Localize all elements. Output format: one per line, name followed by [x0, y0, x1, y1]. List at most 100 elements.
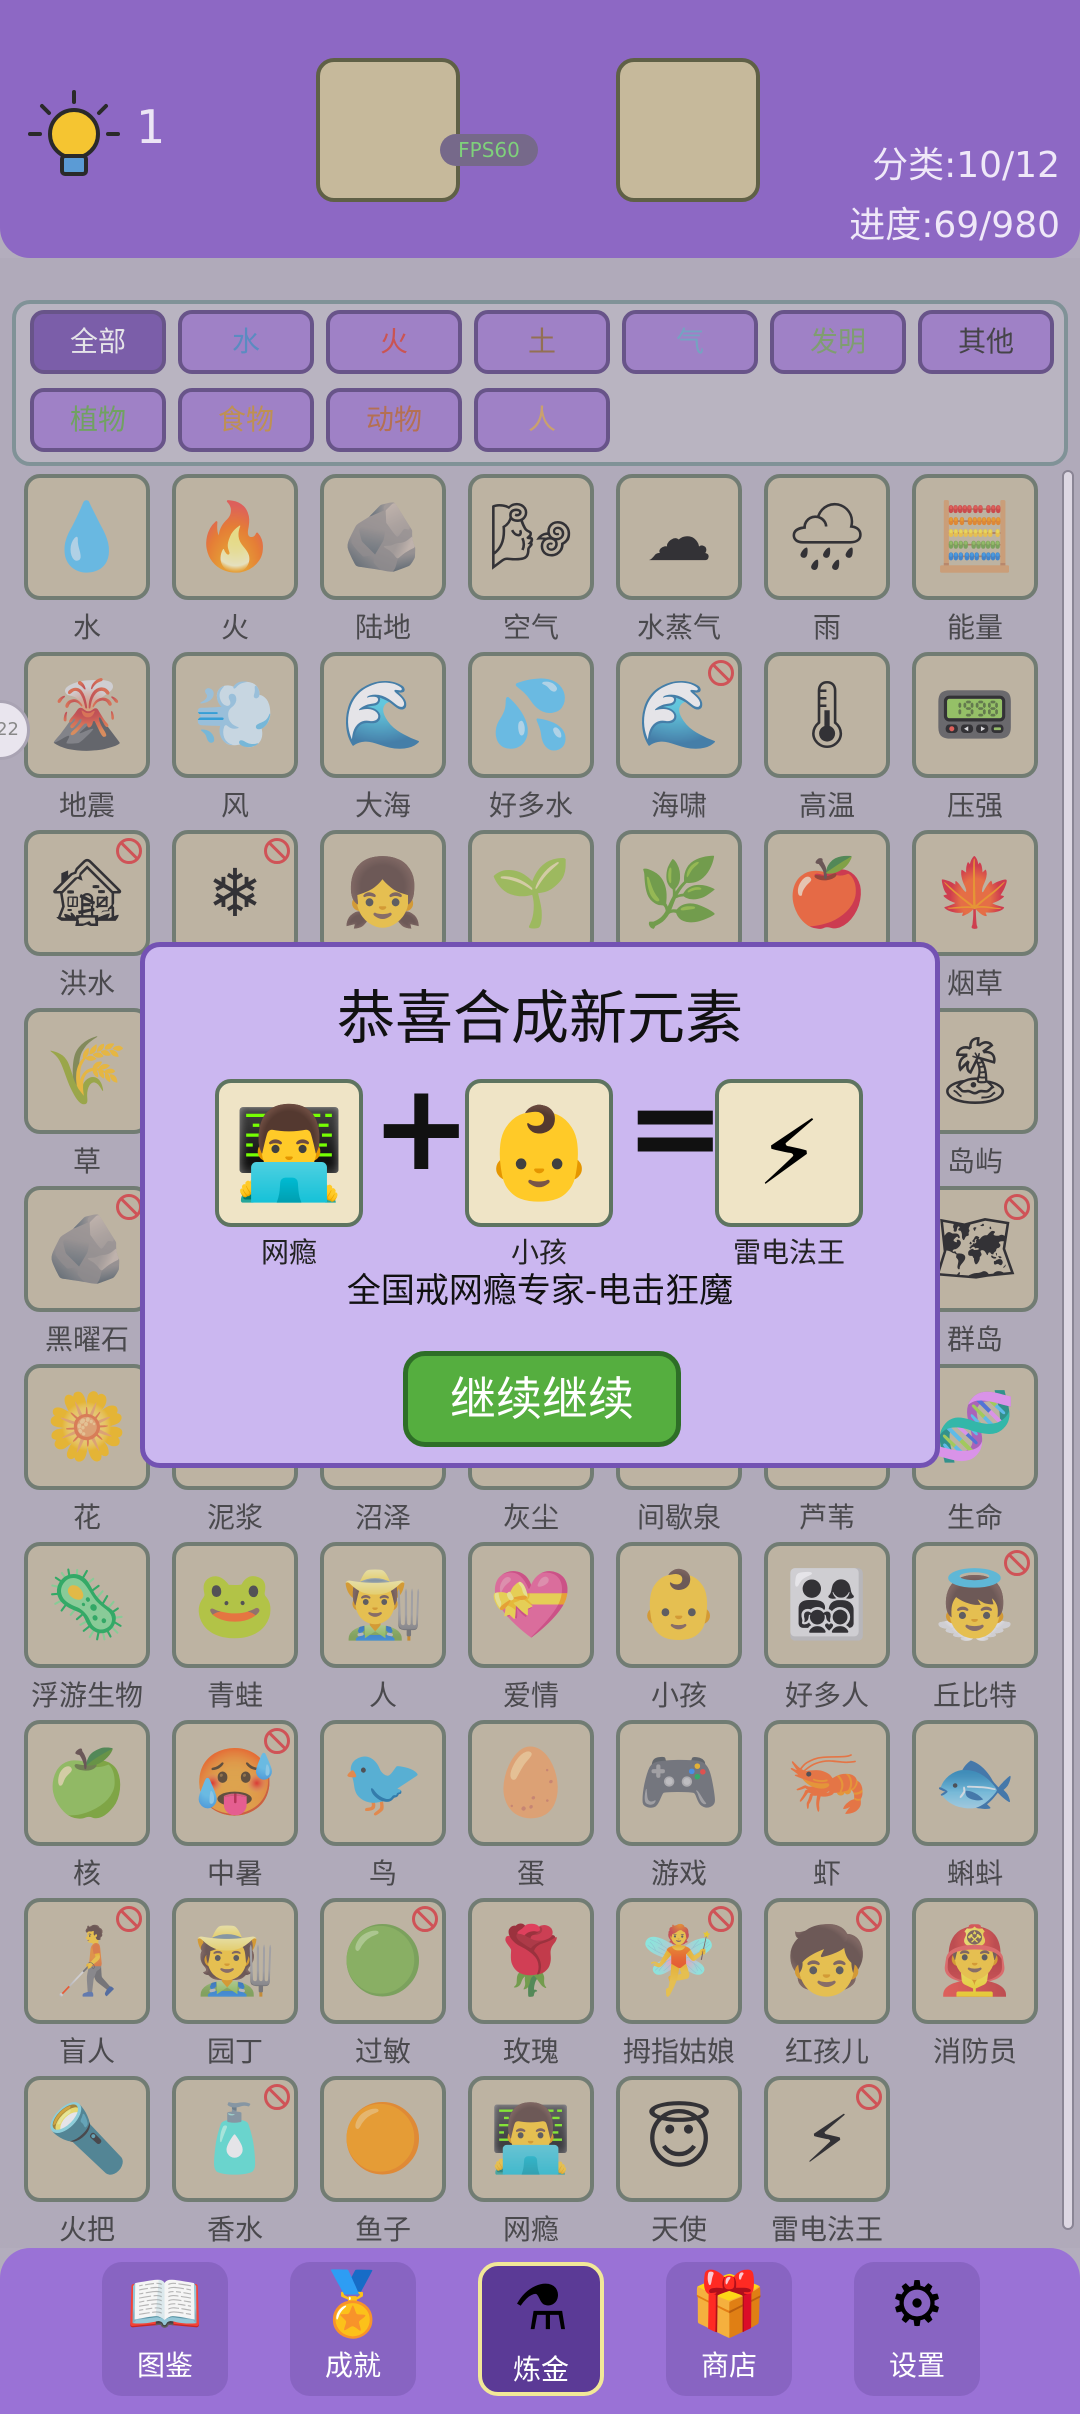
element-card[interactable]: ❄ — [172, 830, 298, 956]
element-card[interactable]: 👨‍💻 — [468, 2076, 594, 2202]
prohibited-icon — [264, 838, 290, 864]
element-card[interactable]: 👨‍👩‍👧‍👦 — [764, 1542, 890, 1668]
element-icon: 🐦 — [341, 1744, 425, 1821]
element-card[interactable]: 🌹 — [468, 1898, 594, 2024]
element-card[interactable]: 🌧 — [764, 474, 890, 600]
element-card[interactable]: 🪨 — [24, 1186, 150, 1312]
prohibited-icon — [856, 2084, 882, 2110]
filter-chip[interactable]: 发明 — [770, 310, 906, 374]
top-bar: 1 FPS60 分类:10/12 进度:69/980 — [0, 0, 1080, 258]
element-card[interactable]: 💝 — [468, 1542, 594, 1668]
filter-chip[interactable]: 植物 — [30, 388, 166, 452]
tab-encyclopedia[interactable]: 📖 图鉴 — [102, 2262, 228, 2396]
scrollbar[interactable] — [1062, 470, 1074, 2230]
element-card[interactable]: 🌿 — [616, 830, 742, 956]
element-card[interactable]: 🦠 — [24, 1542, 150, 1668]
element-card[interactable]: 🌼 — [24, 1364, 150, 1490]
element-card[interactable]: 🐦 — [320, 1720, 446, 1846]
element-card[interactable]: 🧴 — [172, 2076, 298, 2202]
filter-chip[interactable]: 动物 — [326, 388, 462, 452]
bottom-nav: 📖 图鉴 🏅 成就 ⚗ 炼金 🎁 商店 ⚙ 设置 — [0, 2248, 1080, 2414]
element-icon: 🏚 — [45, 854, 129, 931]
element-name: 蛋 — [516, 1857, 545, 1890]
element-card[interactable]: 🍁 — [912, 830, 1038, 956]
element-card[interactable]: 👨‍🚒 — [912, 1898, 1038, 2024]
element-name: 拇指姑娘 — [622, 2035, 735, 2068]
element-name: 花 — [72, 1501, 101, 1534]
element-card[interactable]: 📟 — [912, 652, 1038, 778]
tab-achievements[interactable]: 🏅 成就 — [290, 2262, 416, 2396]
element-card[interactable]: 🦐 — [764, 1720, 890, 1846]
element-name: 大海 — [354, 789, 411, 822]
filter-chip[interactable]: 水 — [178, 310, 314, 374]
element-card[interactable]: 👨‍🌾 — [320, 1542, 446, 1668]
element-name: 压强 — [946, 789, 1003, 822]
element-name: 核 — [72, 1857, 101, 1890]
filter-chip[interactable]: 全部 — [30, 310, 166, 374]
lightbulb-icon[interactable] — [24, 88, 124, 188]
element-card[interactable]: 🌡 — [764, 652, 890, 778]
element-card[interactable]: 👶 — [616, 1542, 742, 1668]
filter-chip[interactable]: 气 — [622, 310, 758, 374]
filter-chip[interactable]: 土 — [474, 310, 610, 374]
element-card[interactable]: 😇 — [616, 2076, 742, 2202]
prohibited-icon — [1004, 1194, 1030, 1220]
element-name: 空气 — [502, 611, 559, 644]
element-card[interactable]: 🧑‍🦯 — [24, 1898, 150, 2024]
filter-chip[interactable]: 其他 — [918, 310, 1054, 374]
element-icon: 🌋 — [45, 676, 129, 753]
element-card[interactable]: 🌊 — [616, 652, 742, 778]
continue-button[interactable]: 继续继续 — [403, 1351, 681, 1447]
element-card[interactable]: 🌋 — [24, 652, 150, 778]
tab-settings[interactable]: ⚙ 设置 — [854, 2262, 980, 2396]
filter-chip[interactable]: 火 — [326, 310, 462, 374]
element-icon: 🥚 — [489, 1744, 573, 1821]
element-name: 香水 — [206, 2213, 263, 2246]
element-icon: 🦐 — [785, 1744, 869, 1821]
element-card[interactable]: 🧮 — [912, 474, 1038, 600]
element-card[interactable]: 🌊 — [320, 652, 446, 778]
element-card[interactable]: 🧒 — [764, 1898, 890, 2024]
tab-alchemy[interactable]: ⚗ 炼金 — [478, 2262, 604, 2396]
element-card[interactable]: ⚡ — [764, 2076, 890, 2202]
element-card[interactable]: 🍏 — [24, 1720, 150, 1846]
element-card[interactable]: 🏚 — [24, 830, 150, 956]
element-card[interactable]: ☁ — [616, 474, 742, 600]
element-card[interactable]: 💨 — [172, 652, 298, 778]
element-icon: 🧬 — [933, 1388, 1017, 1465]
element-card[interactable]: 💦 — [468, 652, 594, 778]
element-card[interactable]: 🌱 — [468, 830, 594, 956]
filter-chip[interactable]: 人 — [474, 388, 610, 452]
element-card[interactable]: 🥵 — [172, 1720, 298, 1846]
element-name: 好多人 — [784, 1679, 869, 1712]
element-card[interactable]: 🧑‍🌾 — [172, 1898, 298, 2024]
element-card[interactable]: 👧 — [320, 830, 446, 956]
element-card[interactable]: 🧚 — [616, 1898, 742, 2024]
element-card[interactable]: 🟠 — [320, 2076, 446, 2202]
filter-chip[interactable]: 食物 — [178, 388, 314, 452]
element-card[interactable]: 🐸 — [172, 1542, 298, 1668]
element-name: 爱情 — [502, 1679, 559, 1712]
element-card[interactable]: 👼 — [912, 1542, 1038, 1668]
element-card[interactable]: 🥚 — [468, 1720, 594, 1846]
element-card[interactable]: 🐟 — [912, 1720, 1038, 1846]
element-card[interactable]: 🪨 — [320, 474, 446, 600]
element-icon: 💨 — [193, 676, 277, 753]
tab-shop[interactable]: 🎁 商店 — [666, 2262, 792, 2396]
combine-slot-left[interactable] — [316, 58, 460, 202]
element-card[interactable]: 🟢 — [320, 1898, 446, 2024]
combine-slot-right[interactable] — [616, 58, 760, 202]
element-card[interactable]: 🔥 — [172, 474, 298, 600]
element-icon: 🔦 — [45, 2100, 129, 2177]
prohibited-icon — [708, 1906, 734, 1932]
hint-count: 1 — [136, 100, 166, 154]
element-card[interactable]: 🍎 — [764, 830, 890, 956]
element-card[interactable]: 🌾 — [24, 1008, 150, 1134]
element-card[interactable]: 🌬 — [468, 474, 594, 600]
element-card[interactable]: 💧 — [24, 474, 150, 600]
element-name: 虾 — [812, 1857, 841, 1890]
element-card[interactable]: 🔦 — [24, 2076, 150, 2202]
element-icon: 🎮 — [637, 1744, 721, 1821]
element-name: 好多水 — [488, 789, 573, 822]
element-card[interactable]: 🎮 — [616, 1720, 742, 1846]
